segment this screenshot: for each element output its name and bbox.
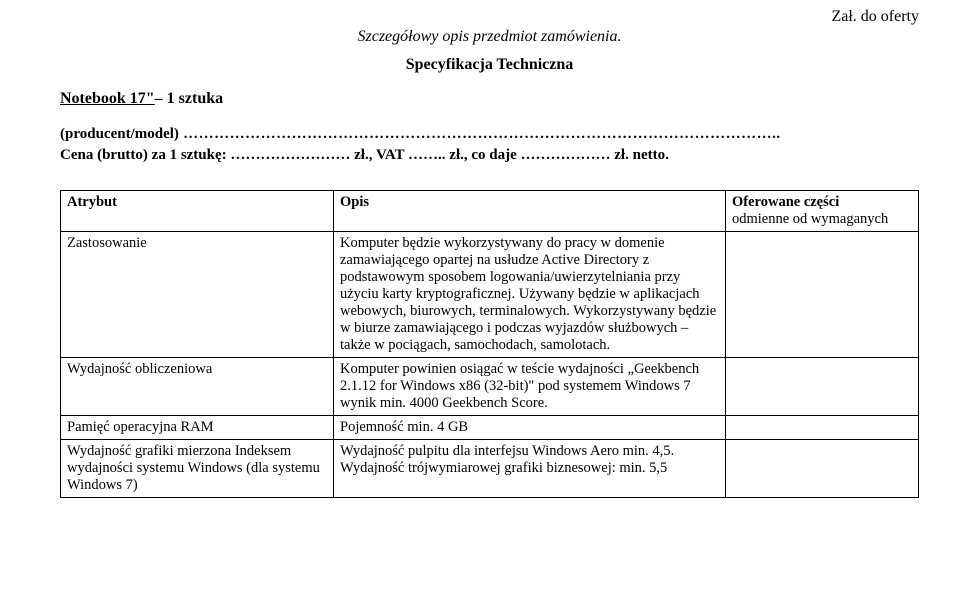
annex-label: Zał. do oferty (831, 8, 919, 26)
document-page: Zał. do oferty Szczegółowy opis przedmio… (0, 0, 959, 518)
cell-desc: Komputer będzie wykorzystywany do pracy … (334, 232, 726, 358)
cell-desc: Wydajność pulpitu dla interfejsu Windows… (334, 440, 726, 498)
spec-table: Atrybut Opis Oferowane części odmienne o… (60, 190, 919, 498)
cell-desc: Pojemność min. 4 GB (334, 416, 726, 440)
cell-attr: Wydajność obliczeniowa (61, 358, 334, 416)
cell-attr: Zastosowanie (61, 232, 334, 358)
producer-line: (producent/model) …………………………………………………………… (60, 126, 919, 143)
cell-attr: Pamięć operacyjna RAM (61, 416, 334, 440)
table-header-row: Atrybut Opis Oferowane części odmienne o… (61, 191, 919, 232)
notebook-label-underline: Notebook 17" (60, 90, 155, 108)
cell-offered (726, 416, 919, 440)
producer-label: (producent/model) (60, 126, 179, 142)
notebook-label-rest: – 1 sztuka (155, 90, 223, 108)
cell-offered (726, 440, 919, 498)
subtitle-italic: Szczegółowy opis przedmiot zamówienia. (60, 28, 919, 46)
table-row: Wydajność grafiki mierzona Indeksem wyda… (61, 440, 919, 498)
cell-attr: Wydajność grafiki mierzona Indeksem wyda… (61, 440, 334, 498)
header-attribute: Atrybut (61, 191, 334, 232)
price-line: Cena (brutto) za 1 sztukę: …………………… zł.,… (60, 147, 919, 164)
header-offered-line2: odmienne od wymaganych (732, 211, 888, 227)
cell-offered (726, 232, 919, 358)
header-offered: Oferowane części odmienne od wymaganych (726, 191, 919, 232)
table-row: Zastosowanie Komputer będzie wykorzystyw… (61, 232, 919, 358)
notebook-line: Notebook 17" – 1 sztuka (60, 90, 919, 122)
header-offered-line1: Oferowane części (732, 194, 839, 210)
cell-desc: Komputer powinien osiągać w teście wydaj… (334, 358, 726, 416)
header-description: Opis (334, 191, 726, 232)
title-bold: Specyfikacja Techniczna (60, 56, 919, 74)
producer-dots: …………………………………………………………………………………………………….. (179, 126, 781, 142)
table-row: Pamięć operacyjna RAM Pojemność min. 4 G… (61, 416, 919, 440)
table-row: Wydajność obliczeniowa Komputer powinien… (61, 358, 919, 416)
cell-offered (726, 358, 919, 416)
